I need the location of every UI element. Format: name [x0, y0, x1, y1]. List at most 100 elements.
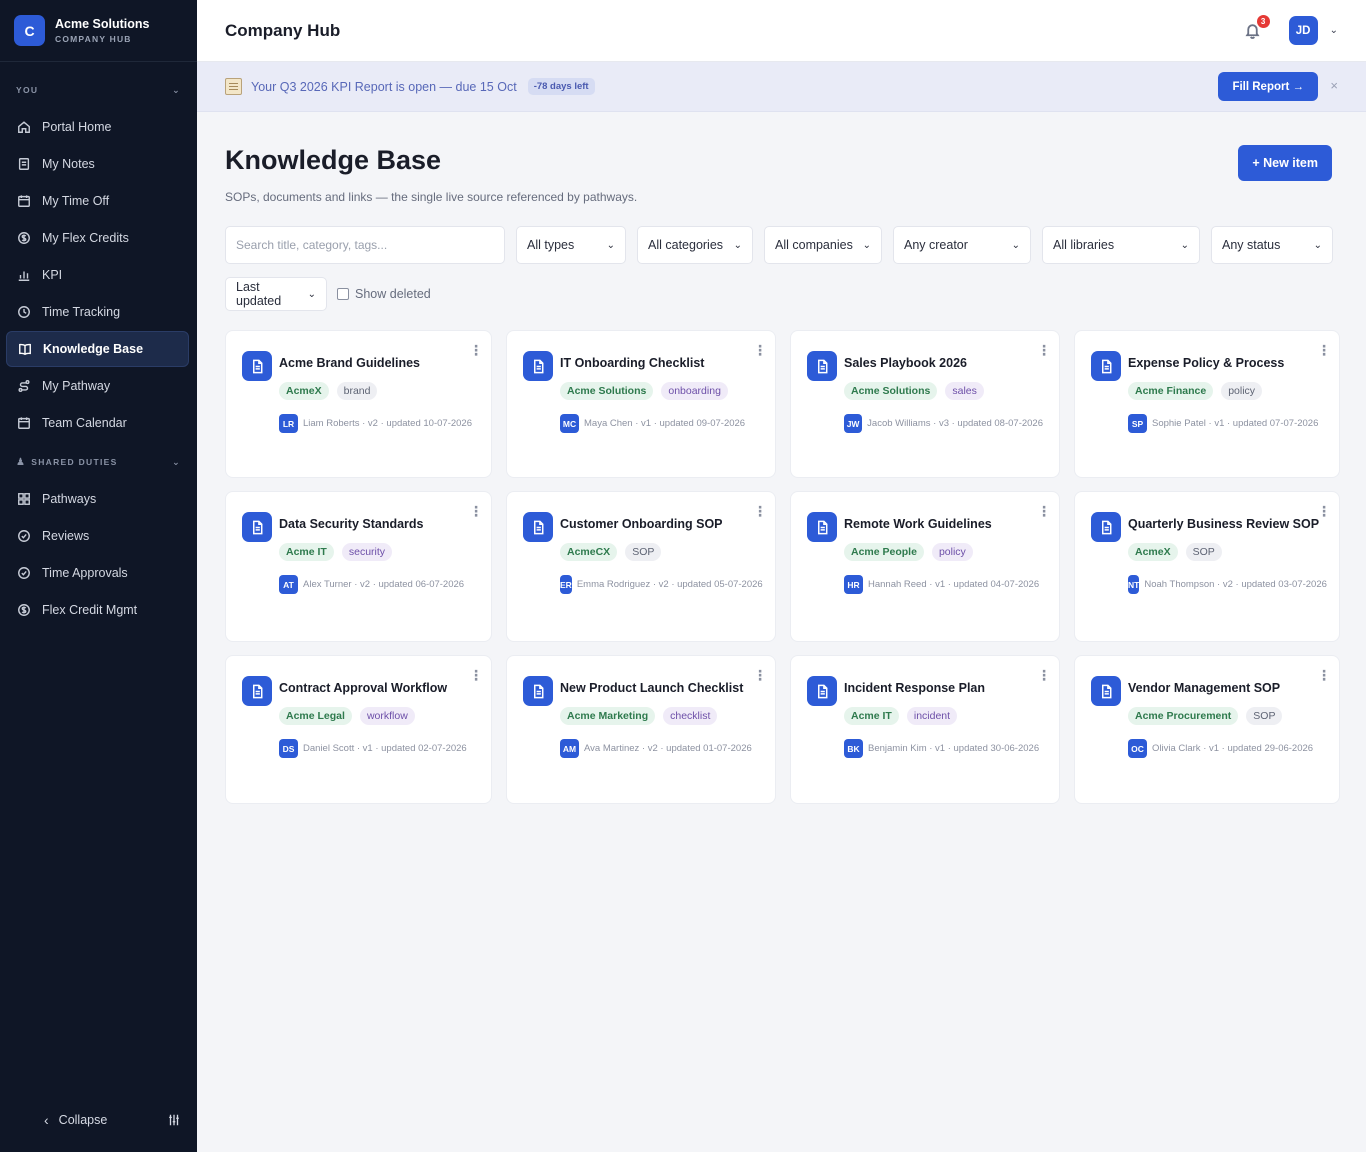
more-vertical-icon[interactable]: ⋮ — [1317, 504, 1331, 518]
card-meta-text: Olivia Clark · v1 · updated 29-06-2026 — [1152, 743, 1314, 754]
brand[interactable]: C Acme Solutions COMPANY HUB — [0, 0, 197, 62]
chevron-left-icon: ‹ — [44, 1112, 49, 1128]
collapse-button[interactable]: ‹ Collapse — [44, 1112, 107, 1128]
sidebar-item-my-pathway[interactable]: My Pathway — [6, 368, 189, 404]
sort-select[interactable]: Last updated ⌄ — [225, 277, 327, 311]
card-title: Sales Playbook 2026 — [844, 356, 967, 370]
collapse-label: Collapse — [58, 1113, 108, 1127]
company-tag: AcmeX — [279, 382, 329, 400]
more-vertical-icon[interactable]: ⋮ — [1037, 343, 1051, 357]
card-meta: ER Emma Rodriguez · v2 · updated 05-07-2… — [560, 575, 763, 594]
sidebar-item-my-notes[interactable]: My Notes — [6, 146, 189, 182]
sidebar-item-label: Time Tracking — [42, 305, 121, 319]
sidebar-item-label: Knowledge Base — [43, 342, 144, 356]
sliders-icon[interactable] — [167, 1113, 181, 1127]
category-filter[interactable]: All categories ⌄ — [637, 226, 753, 264]
sidebar-item-kpi[interactable]: KPI — [6, 257, 189, 293]
card-meta-text: Ava Martinez · v2 · updated 01-07-2026 — [584, 743, 752, 754]
knowledge-card[interactable]: Customer Onboarding SOP ⋮ AcmeCX SOP ER … — [506, 491, 776, 642]
show-deleted-checkbox[interactable] — [337, 288, 349, 300]
sidebar-item-team-calendar[interactable]: Team Calendar — [6, 405, 189, 441]
knowledge-card[interactable]: Expense Policy & Process ⋮ Acme Finance … — [1074, 330, 1340, 478]
filter-bar: All types ⌄ All categories ⌄ All companies… — [225, 226, 1338, 264]
more-vertical-icon[interactable]: ⋮ — [469, 668, 483, 682]
close-icon[interactable]: × — [1330, 78, 1338, 93]
more-vertical-icon[interactable]: ⋮ — [753, 504, 767, 518]
sidebar-item-portal-home[interactable]: Portal Home — [6, 109, 189, 145]
show-deleted-toggle[interactable]: Show deleted — [337, 287, 431, 301]
card-meta-text: Hannah Reed · v1 · updated 04-07-2026 — [868, 579, 1040, 590]
knowledge-card[interactable]: Data Security Standards ⋮ Acme IT securi… — [225, 491, 492, 642]
sidebar-item-pathways[interactable]: Pathways — [6, 481, 189, 517]
knowledge-card[interactable]: New Product Launch Checklist ⋮ Acme Mark… — [506, 655, 776, 804]
more-vertical-icon[interactable]: ⋮ — [753, 343, 767, 357]
company-tag: Acme IT — [844, 707, 899, 725]
card-meta-text: Emma Rodriguez · v2 · updated 05-07-2026 — [576, 579, 763, 590]
category-tag: onboarding — [661, 382, 728, 400]
brand-name: Acme Solutions — [55, 17, 150, 31]
library-filter[interactable]: All libraries ⌄ — [1042, 226, 1200, 264]
more-vertical-icon[interactable]: ⋮ — [469, 343, 483, 357]
route-icon — [16, 378, 32, 394]
more-vertical-icon[interactable]: ⋮ — [469, 504, 483, 518]
company-filter[interactable]: All companies ⌄ — [764, 226, 882, 264]
chevron-down-icon[interactable]: ⌄ — [1330, 25, 1338, 36]
type-filter[interactable]: All types ⌄ — [516, 226, 626, 264]
company-filter-value: All companies — [775, 238, 853, 252]
knowledge-card[interactable]: Sales Playbook 2026 ⋮ Acme Solutions sal… — [790, 330, 1060, 478]
sidebar-item-time-tracking[interactable]: Time Tracking — [6, 294, 189, 330]
chevron-down-icon: ⌄ — [172, 84, 181, 95]
creator-filter-value: Any creator — [904, 238, 968, 252]
author-avatar: LR — [279, 414, 298, 433]
sidebar-item-my-time-off[interactable]: My Time Off — [6, 183, 189, 219]
knowledge-card[interactable]: Contract Approval Workflow ⋮ Acme Legal … — [225, 655, 492, 804]
card-tags: Acme Procurement SOP — [1128, 707, 1323, 725]
notifications-button[interactable]: 3 — [1241, 14, 1270, 43]
new-item-button[interactable]: + New item — [1238, 145, 1332, 181]
fill-report-button[interactable]: Fill Report → — [1218, 72, 1318, 101]
document-icon — [807, 512, 837, 542]
sidebar-item-my-flex-credits[interactable]: My Flex Credits — [6, 220, 189, 256]
document-icon — [1091, 512, 1121, 542]
more-vertical-icon[interactable]: ⋮ — [1317, 343, 1331, 357]
more-vertical-icon[interactable]: ⋮ — [1037, 668, 1051, 682]
library-filter-value: All libraries — [1053, 238, 1115, 252]
company-tag: AcmeX — [1128, 543, 1178, 561]
category-tag: SOP — [1246, 707, 1283, 725]
chevron-down-icon: ⌄ — [1313, 239, 1322, 251]
card-tags: Acme Finance policy — [1128, 382, 1323, 400]
company-tag: Acme People — [844, 543, 924, 561]
sidebar-item-knowledge-base[interactable]: Knowledge Base — [6, 331, 189, 367]
user-avatar[interactable]: JD — [1288, 16, 1318, 45]
creator-filter[interactable]: Any creator ⌄ — [893, 226, 1031, 264]
document-icon — [807, 676, 837, 706]
calendar-icon — [16, 193, 32, 209]
knowledge-card[interactable]: Acme Brand Guidelines ⋮ AcmeX brand LR L… — [225, 330, 492, 478]
knowledge-card[interactable]: Remote Work Guidelines ⋮ Acme People pol… — [790, 491, 1060, 642]
card-meta: NT Noah Thompson · v2 · updated 03-07-20… — [1128, 575, 1327, 594]
section-header-shared-duties[interactable]: ♟ SHARED DUTIES ⌄ — [0, 449, 197, 475]
page-header-title: Company Hub — [225, 20, 341, 40]
card-title: Incident Response Plan — [844, 681, 986, 695]
sidebar-item-flex-credit-mgmt[interactable]: Flex Credit Mgmt — [6, 592, 189, 628]
author-avatar: AM — [560, 739, 579, 758]
brand-logo: C — [14, 15, 45, 46]
card-tags: Acme Legal workflow — [279, 707, 475, 725]
sidebar-item-time-approvals[interactable]: Time Approvals — [6, 555, 189, 591]
category-tag: brand — [336, 382, 378, 400]
knowledge-card[interactable]: Incident Response Plan ⋮ Acme IT inciden… — [790, 655, 1060, 804]
knowledge-card[interactable]: Vendor Management SOP ⋮ Acme Procurement… — [1074, 655, 1340, 804]
knowledge-card[interactable]: IT Onboarding Checklist ⋮ Acme Solutions… — [506, 330, 776, 478]
topbar-actions: 3 JD ⌄ — [1241, 14, 1338, 45]
knowledge-card[interactable]: Quarterly Business Review SOP ⋮ AcmeX SO… — [1074, 491, 1340, 642]
search-input[interactable] — [225, 226, 505, 264]
document-icon — [807, 351, 837, 381]
more-vertical-icon[interactable]: ⋮ — [1037, 504, 1051, 518]
card-title: Quarterly Business Review SOP — [1128, 517, 1320, 531]
more-vertical-icon[interactable]: ⋮ — [1317, 668, 1331, 682]
sidebar-item-reviews[interactable]: Reviews — [6, 518, 189, 554]
section-header-you[interactable]: YOU ⌄ — [0, 77, 197, 103]
more-vertical-icon[interactable]: ⋮ — [753, 668, 767, 682]
status-filter[interactable]: Any status ⌄ — [1211, 226, 1333, 264]
type-filter-value: All types — [527, 238, 575, 252]
